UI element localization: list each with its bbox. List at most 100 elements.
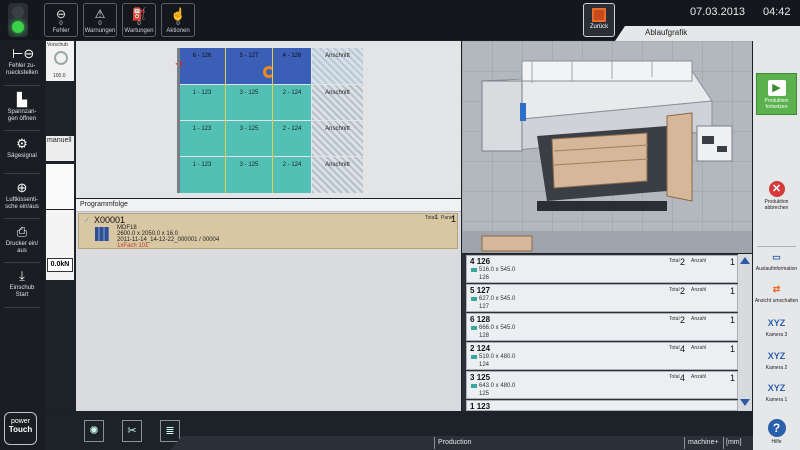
stack-icon[interactable]: ≣ xyxy=(160,420,180,442)
left-sidebar: ⊢⊖ Fehler zu- rueckstellen ▙ Spannzan- g… xyxy=(0,40,45,450)
actions-button[interactable]: ☝ 0 Aktionen xyxy=(161,3,195,37)
grid-cell[interactable]: 2 - 124 xyxy=(273,85,311,120)
check-icon: ✓ xyxy=(84,217,90,224)
grid-cell-offcut[interactable]: Anschnitt xyxy=(312,157,363,193)
clamp-icon: ▙ xyxy=(17,92,27,107)
infeed-icon: ⤓ xyxy=(19,268,25,283)
list-item[interactable]: 5 127 627.0 x 545.0 127 Total 2 Anzahl 1 xyxy=(466,284,738,312)
camera-3-button[interactable]: XYZ Kamera 3 xyxy=(753,315,800,338)
part-code: 128 xyxy=(476,315,491,324)
grid-cell-offcut[interactable]: Anschnitt xyxy=(312,48,363,84)
continue-production-button[interactable]: ▶ Produktion fortsetzen xyxy=(756,73,797,115)
back-button[interactable]: Zurück xyxy=(583,3,615,37)
mode-label: manuell xyxy=(47,137,72,144)
grid-cell[interactable]: 4 - 126 xyxy=(273,48,311,84)
machine-label: machine+ xyxy=(688,439,719,446)
status-column: Vorschub 100.0 manuell 0.0kN xyxy=(45,40,75,410)
list-item[interactable]: 3 125 643.0 x 480.0 125 Total 4 Anzahl 1 xyxy=(466,371,738,399)
logo-text-bottom: Touch xyxy=(8,425,33,434)
part-icon xyxy=(471,384,477,388)
feed-label: Vorschub xyxy=(47,42,68,48)
grid-cell[interactable]: 1 - 123 xyxy=(179,121,225,156)
part-sub: 124 xyxy=(479,362,490,368)
part-index: 1 123 xyxy=(470,402,490,410)
grid-cell-label: 1 - 123 xyxy=(192,162,212,168)
mode-box: manuell xyxy=(46,136,74,161)
anzahl-label: Anzahl xyxy=(691,345,707,351)
grid-cell[interactable]: 2 - 124 xyxy=(273,157,311,193)
part-index: 6 128 xyxy=(470,315,490,324)
errors-button[interactable]: ⊖ 0 Fehler xyxy=(44,3,78,37)
part-dimensions: 519.0 x 480.0 xyxy=(479,354,516,360)
part-sub: 126 xyxy=(479,275,490,281)
rotate-marker-icon xyxy=(263,66,275,78)
outfeed-info-button[interactable]: ▭ Auslaufinformation xyxy=(753,249,800,272)
sidebar-item-air-cushion[interactable]: ⊕ Luftkissenti- sche ein/aus xyxy=(3,178,41,216)
machine-3d-view[interactable] xyxy=(462,41,752,253)
program-id: X00001 xyxy=(94,215,126,225)
saw-blade-icon[interactable]: ✺ xyxy=(84,420,104,442)
cutting-grid-panel: 6 - 126 5 - 127 4 - 126 Anschnitt 1 - 12… xyxy=(76,41,461,198)
warnings-button[interactable]: ⚠ 0 Warnungen xyxy=(83,3,117,37)
help-button[interactable]: ? Hilfe xyxy=(753,419,800,445)
divider xyxy=(4,130,40,131)
abort-production-button[interactable]: ✕ Produktion abbrechen xyxy=(753,181,800,211)
list-item[interactable]: 1 123 xyxy=(466,400,738,411)
status-lamp-off xyxy=(12,6,24,18)
tab-ablaufgrafik[interactable]: Ablaufgrafik xyxy=(615,26,800,41)
grid-cell[interactable]: 1 - 123 xyxy=(179,85,225,120)
part-index: 5 127 xyxy=(470,286,490,295)
grid-cell-offcut[interactable]: Anschnitt xyxy=(312,121,363,156)
program-item[interactable]: ✓ X00001 MDF18 2600.0 x 2050.0 x 16.0 20… xyxy=(78,213,458,249)
list-item[interactable]: 2 124 519.0 x 480.0 124 Total 4 Anzahl 1 xyxy=(466,342,738,370)
grid-cell-offcut[interactable]: Anschnitt xyxy=(312,85,363,120)
mode-production-label: Production xyxy=(438,439,472,446)
sidebar-item-saw-signal[interactable]: ⚙ Sägesignal xyxy=(3,134,41,172)
part-num: 5 xyxy=(470,286,475,295)
list-item[interactable]: 6 128 666.0 x 545.0 128 Total 2 Anzahl 1 xyxy=(466,313,738,341)
grid-cell[interactable]: 3 - 125 xyxy=(226,157,272,193)
part-num: 4 xyxy=(470,257,475,266)
grid-cell-label: 3 - 125 xyxy=(239,126,259,132)
total-value: 4 xyxy=(680,373,686,383)
list-item[interactable]: 4 126 516.0 x 545.0 126 Total 2 Anzahl 1 xyxy=(466,255,738,283)
sidebar-item-reset-errors[interactable]: ⊢⊖ Fehler zu- rueckstellen xyxy=(3,44,41,82)
xyz-camera-icon: XYZ xyxy=(767,351,786,361)
camera-1-label: Kamera 1 xyxy=(765,397,788,403)
sidebar-item-open-clamps[interactable]: ▙ Spannzan- gen öffnen xyxy=(3,90,41,128)
divider xyxy=(4,218,40,219)
divider xyxy=(4,85,40,86)
sidebar-item-infeed-start[interactable]: ⤓ Einschub Start xyxy=(3,266,41,304)
scroll-down-icon[interactable] xyxy=(740,399,750,406)
play-icon: ▶ xyxy=(767,80,786,96)
sidebar-item-printer[interactable]: ⎙ Drucker ein/ aus xyxy=(3,222,41,260)
grid-cell[interactable]: 2 - 124 xyxy=(273,121,311,156)
sidebar-label: Spannzan- gen öffnen xyxy=(7,109,37,122)
powertouch-logo: power Touch xyxy=(4,412,37,445)
total-value: 1 xyxy=(435,215,439,221)
camera-1-button[interactable]: XYZ Kamera 1 xyxy=(753,380,800,403)
grid-cell[interactable]: 3 - 125 xyxy=(226,85,272,120)
grid-cell[interactable]: 3 - 125 xyxy=(226,121,272,156)
switch-view-button[interactable]: ⇄ Ansicht umschalten xyxy=(753,281,800,304)
back-label: Zurück xyxy=(589,24,609,30)
maintenance-label: Wartungen xyxy=(124,28,154,34)
abort-icon: ✕ xyxy=(768,181,785,197)
camera-2-button[interactable]: XYZ Kamera 2 xyxy=(753,348,800,371)
tab-label: Ablaufgrafik xyxy=(645,28,688,37)
cut-pattern-icon[interactable]: ✂ xyxy=(122,420,142,442)
total-value: 4 xyxy=(680,344,686,354)
anzahl-label: Anzahl xyxy=(691,287,707,293)
warning-icon: ⚠ xyxy=(94,7,106,21)
parts-scrollbar[interactable] xyxy=(738,254,752,411)
scroll-up-icon[interactable] xyxy=(740,257,750,264)
maintenance-button[interactable]: ⛽ 0 Wartungen xyxy=(122,3,156,37)
grid-cell-label: 1 - 123 xyxy=(192,90,212,96)
grid-cell[interactable]: 1 - 123 xyxy=(179,157,225,193)
grid-cell-label: 1 - 123 xyxy=(192,126,212,132)
part-num: 2 xyxy=(470,344,475,353)
switch-view-icon: ⇄ xyxy=(772,284,781,294)
total-value: 2 xyxy=(680,286,686,296)
grid-cell[interactable]: 6 - 126 xyxy=(179,48,225,84)
time-display: 04:42 xyxy=(763,6,791,18)
